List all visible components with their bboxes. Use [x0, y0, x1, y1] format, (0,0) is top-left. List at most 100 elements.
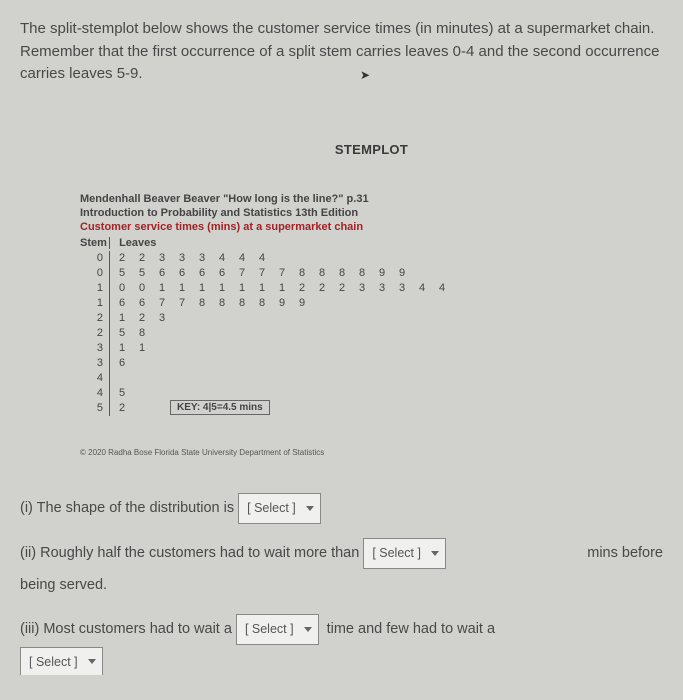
header-stem: Stem [80, 237, 110, 249]
source-line-2: Introduction to Probability and Statisti… [80, 207, 663, 219]
leaf: 3 [158, 252, 166, 264]
leaf: 3 [358, 282, 366, 294]
leaf: 2 [118, 402, 126, 414]
stemplot-key: KEY: 4|5=4.5 mins [170, 400, 270, 415]
source-line-1: Mendenhall Beaver Beaver "How long is th… [80, 193, 663, 205]
leaf: 9 [398, 267, 406, 279]
q1-text: (i) The shape of the distribution is [20, 494, 234, 523]
leaf: 1 [218, 282, 226, 294]
stemplot-row: 258 [80, 326, 663, 341]
leaf: 7 [258, 267, 266, 279]
leaf: 1 [238, 282, 246, 294]
leaf: 0 [138, 282, 146, 294]
leaf: 1 [278, 282, 286, 294]
leaf: 1 [138, 342, 146, 354]
q2-text: (ii) Roughly half the customers had to w… [20, 539, 359, 568]
leaf: 4 [238, 252, 246, 264]
leaf: 1 [198, 282, 206, 294]
leaf: 9 [278, 297, 286, 309]
leaf: 4 [418, 282, 426, 294]
leaf: 4 [218, 252, 226, 264]
question-2: (ii) Roughly half the customers had to w… [20, 538, 663, 569]
leaf: 0 [118, 282, 126, 294]
leaf: 6 [158, 267, 166, 279]
stemplot-header: Stem Leaves [80, 237, 663, 249]
intro-text: The split-stemplot below shows the custo… [20, 18, 663, 86]
leaf: 8 [138, 327, 146, 339]
stem-cell: 0 [80, 266, 110, 281]
q3-select[interactable]: [ Select ] [236, 614, 319, 645]
leaves-cell: 2 [110, 402, 126, 414]
leaf: 6 [218, 267, 226, 279]
leaf: 2 [318, 282, 326, 294]
leaf: 8 [358, 267, 366, 279]
leaf: 8 [238, 297, 246, 309]
q2-suffix: mins before [587, 539, 663, 568]
stemplot-row: 100111111122233344 [80, 281, 663, 296]
leaf: 2 [118, 252, 126, 264]
stemplot-row: 022333444 [80, 251, 663, 266]
question-1: (i) The shape of the distribution is [ S… [20, 493, 663, 524]
q3-text: (iii) Most customers had to wait a [20, 615, 232, 644]
leaf: 2 [138, 312, 146, 324]
leaf: 8 [218, 297, 226, 309]
leaf: 1 [158, 282, 166, 294]
leaf: 7 [178, 297, 186, 309]
leaf: 9 [378, 267, 386, 279]
stem-cell: 1 [80, 296, 110, 311]
q1-select[interactable]: [ Select ] [238, 493, 321, 524]
leaf: 1 [118, 312, 126, 324]
leaf: 6 [118, 357, 126, 369]
leaves-cell: 556666777888899 [110, 267, 406, 279]
question-4-partial: [ Select ] [20, 647, 663, 675]
leaf: 3 [178, 252, 186, 264]
leaves-cell: 00111111122233344 [110, 282, 446, 294]
leaf: 8 [258, 297, 266, 309]
stemplot-row: 0556666777888899 [80, 266, 663, 281]
leaf: 1 [258, 282, 266, 294]
stemplot-row: 36 [80, 356, 663, 371]
leaves-cell: 6677888899 [110, 297, 306, 309]
stem-cell: 1 [80, 281, 110, 296]
leaves-cell: 123 [110, 312, 166, 324]
stem-cell: 4 [80, 386, 110, 401]
leaf: 5 [118, 327, 126, 339]
leaf: 2 [338, 282, 346, 294]
q2-line2: being served. [20, 571, 663, 600]
stemplot-row: 2123 [80, 311, 663, 326]
q4-select[interactable]: [ Select ] [20, 647, 103, 675]
leaf: 6 [178, 267, 186, 279]
cursor-icon: ➤ [360, 68, 370, 82]
leaf: 1 [118, 342, 126, 354]
leaf: 5 [138, 267, 146, 279]
header-leaves: Leaves [113, 237, 156, 249]
leaf: 6 [118, 297, 126, 309]
stemplot-heading: STEMPLOT [20, 142, 663, 157]
leaf: 2 [298, 282, 306, 294]
leaf: 3 [378, 282, 386, 294]
leaves-cell: 22333444 [110, 252, 266, 264]
leaves-cell: 6 [110, 357, 126, 369]
stem-cell: 0 [80, 251, 110, 266]
leaf: 7 [238, 267, 246, 279]
leaf: 6 [138, 297, 146, 309]
stemplot-table: 0223334440556666777888899100111111122233… [80, 251, 663, 416]
leaf: 5 [118, 267, 126, 279]
leaf: 5 [118, 387, 126, 399]
leaf: 8 [198, 297, 206, 309]
stemplot-row: 311 [80, 341, 663, 356]
q2-select[interactable]: [ Select ] [363, 538, 446, 569]
stemplot-row: 52 [80, 401, 663, 416]
stem-cell: 2 [80, 326, 110, 341]
stem-cell: 4 [80, 371, 110, 386]
leaf: 7 [158, 297, 166, 309]
copyright-line: © 2020 Radha Bose Florida State Universi… [80, 448, 663, 457]
leaf: 8 [338, 267, 346, 279]
leaf: 8 [318, 267, 326, 279]
leaves-cell: 58 [110, 327, 146, 339]
q3-suffix: time and few had to wait a [327, 615, 495, 644]
leaf: 2 [138, 252, 146, 264]
source-line-3: Customer service times (mins) at a super… [80, 221, 663, 233]
stem-cell: 3 [80, 341, 110, 356]
leaf: 7 [278, 267, 286, 279]
